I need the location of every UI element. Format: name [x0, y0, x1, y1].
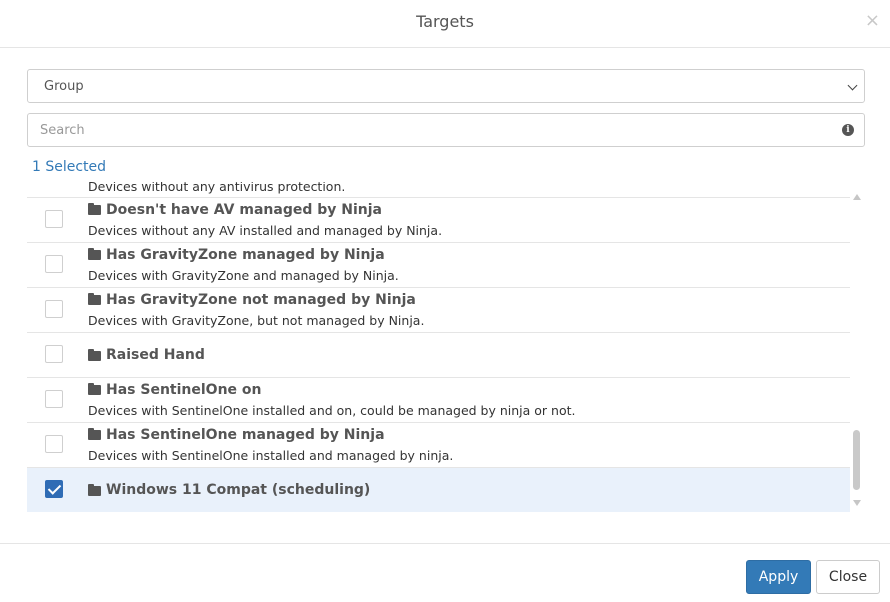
scroll-thumb[interactable]: [853, 430, 860, 490]
apply-button[interactable]: Apply: [746, 560, 811, 594]
chevron-down-icon: [847, 80, 858, 91]
list-item-description: Devices with GravityZone and managed by …: [88, 268, 399, 283]
list-scrollbar[interactable]: [850, 192, 865, 508]
search-box: i: [27, 113, 865, 147]
list-item[interactable]: Has SentinelOne managed by Ninja Devices …: [27, 422, 850, 467]
list-item-name: Doesn't have AV managed by Ninja: [106, 202, 383, 218]
list-item-description: Devices without any AV installed and man…: [88, 223, 443, 238]
list-item-name: Windows 11 Compat (scheduling): [106, 482, 371, 498]
list-item-name: Has SentinelOne managed by Ninja: [106, 427, 385, 443]
filter-select-value: Group: [44, 79, 84, 94]
filter-select[interactable]: Group: [27, 69, 865, 103]
list-item-checkbox[interactable]: [45, 390, 63, 408]
list-item-checkbox[interactable]: [45, 345, 63, 363]
list-item-description: Devices with SentinelOne installed and o…: [88, 403, 576, 418]
list-item[interactable]: Windows 11 Compat (scheduling): [27, 467, 850, 512]
list-item-name: Has GravityZone managed by Ninja: [106, 247, 385, 263]
list-item-checkbox[interactable]: [45, 435, 63, 453]
info-icon[interactable]: i: [842, 124, 854, 136]
folder-icon: [88, 349, 101, 361]
list-item[interactable]: Has SentinelOne on Devices with SentinelO…: [27, 377, 850, 422]
list-item-description: Devices with GravityZone, but not manage…: [88, 313, 425, 328]
folder-icon: [88, 203, 101, 215]
folder-icon: [88, 428, 101, 440]
list-item-checkbox[interactable]: [45, 255, 63, 273]
list-item[interactable]: Has GravityZone managed by Ninja Devices …: [27, 242, 850, 287]
modal-header: Targets ×: [0, 0, 890, 48]
folder-icon: [88, 383, 101, 395]
list-item-name: Raised Hand: [106, 347, 205, 363]
scroll-down-arrow-icon[interactable]: [853, 500, 861, 506]
modal-title: Targets: [416, 12, 474, 31]
modal-footer: Apply Close: [0, 543, 890, 602]
list-item-description: Devices without any antivirus protection…: [88, 182, 346, 194]
list-item[interactable]: Doesn't have AV managed by Ninja Devices …: [27, 197, 850, 242]
list-item-name: Has GravityZone not managed by Ninja: [106, 292, 416, 308]
list-item-name: Has SentinelOne on: [106, 382, 262, 398]
list-item-checkbox[interactable]: [45, 480, 63, 498]
folder-icon: [88, 248, 101, 260]
search-input[interactable]: [28, 114, 820, 146]
selected-count-link[interactable]: 1 Selected: [32, 159, 106, 175]
list-item-checkbox[interactable]: [45, 300, 63, 318]
scroll-up-arrow-icon[interactable]: [853, 194, 861, 200]
group-list: Devices without any antivirus protection…: [27, 182, 850, 513]
close-button[interactable]: Close: [816, 560, 880, 594]
list-item[interactable]: Has GravityZone not managed by Ninja Devi…: [27, 287, 850, 332]
folder-icon: [88, 484, 101, 496]
list-item-description: Devices with SentinelOne installed and m…: [88, 448, 454, 463]
folder-icon: [88, 293, 101, 305]
list-item-checkbox[interactable]: [45, 210, 63, 228]
list-item[interactable]: Raised Hand: [27, 332, 850, 377]
close-icon[interactable]: ×: [865, 11, 880, 31]
